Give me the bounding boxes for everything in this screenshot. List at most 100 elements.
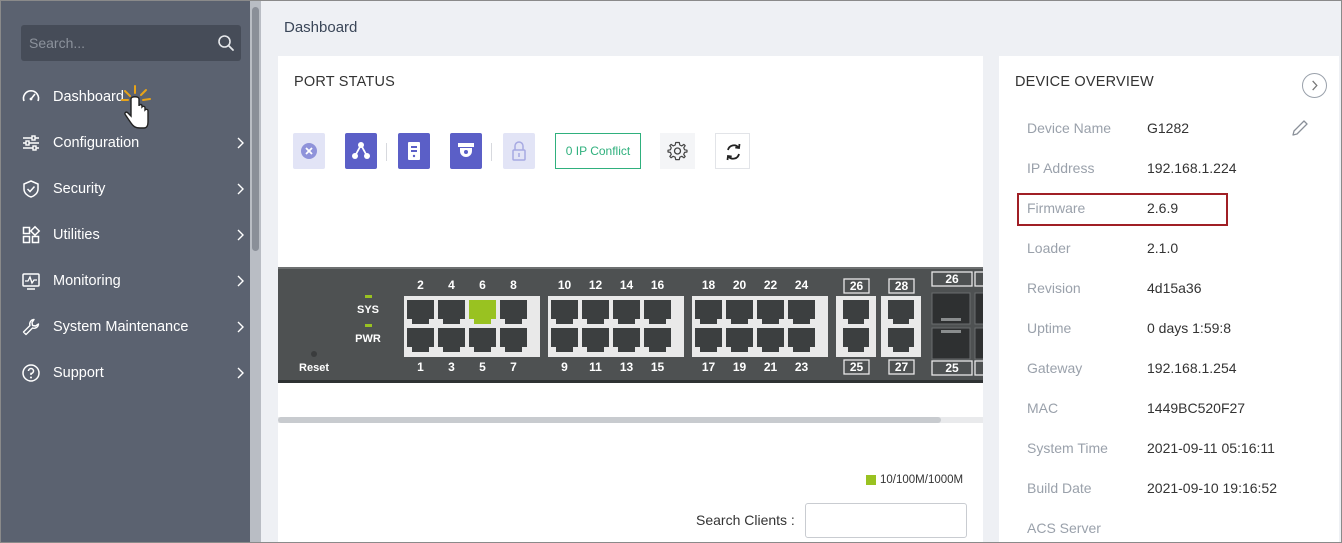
ip-conflict-button[interactable]: 0 IP Conflict <box>555 133 641 169</box>
row-label: Build Date <box>1027 480 1092 496</box>
toolbar-server-button[interactable] <box>398 133 430 169</box>
network-icon <box>352 142 370 159</box>
row-value: 0 days 1:59:8 <box>1147 320 1232 336</box>
port-number-label: 28 <box>895 279 909 293</box>
sidebar-item-label: System Maintenance <box>53 319 189 335</box>
port-number-label: 15 <box>651 360 665 374</box>
sidebar-scrollbar[interactable] <box>250 1 261 542</box>
refresh-button[interactable] <box>715 133 750 169</box>
switch-ports-diagram: SYS PWR Reset 21436587109121114131615181… <box>299 271 983 376</box>
pwr-label: PWR <box>355 333 381 345</box>
row-label: Loader <box>1027 240 1071 256</box>
row-value: 1449BC520F27 <box>1147 400 1246 416</box>
sfp-cage[interactable] <box>974 327 983 360</box>
sfp-number-label: 25 <box>945 361 959 375</box>
port-number-label: 7 <box>510 360 517 374</box>
gauge-icon <box>22 90 40 102</box>
sidebar-item-system-maintenance[interactable]: System Maintenance <box>1 304 250 350</box>
port-number-label: 24 <box>795 278 809 292</box>
chevron-right-icon <box>237 367 244 379</box>
port-number-label: 18 <box>702 278 716 292</box>
toolbar-lock-button[interactable] <box>503 133 535 169</box>
search-clients-label: Search Clients : <box>696 512 795 528</box>
sidebar-item-monitoring[interactable]: Monitoring <box>1 258 250 304</box>
hand-cursor-icon <box>121 85 151 129</box>
row-label: IP Address <box>1027 160 1095 176</box>
row-label: Revision <box>1027 280 1081 296</box>
row-value: 2.6.9 <box>1147 200 1179 216</box>
reset-pinhole[interactable] <box>311 351 317 357</box>
legend-swatch <box>866 475 876 485</box>
port-number-label: 5 <box>479 360 486 374</box>
sidebar-item-label: Utilities <box>53 227 100 243</box>
toolbar-separator <box>491 143 492 161</box>
sidebar-item-utilities[interactable]: Utilities <box>1 212 250 258</box>
port-number-label: 26 <box>850 279 864 293</box>
close-circle-icon <box>301 143 317 159</box>
search-clients-input[interactable] <box>805 503 967 538</box>
port-number-label: 1 <box>417 360 424 374</box>
horizontal-scrollbar[interactable] <box>278 417 983 423</box>
toolbar-topology-button[interactable] <box>345 133 377 169</box>
row-value: 192.168.1.224 <box>1147 160 1237 176</box>
sfp-number-label: 26 <box>945 272 959 286</box>
search-input[interactable] <box>21 25 207 61</box>
grid-icon <box>22 225 41 244</box>
row-label: Firmware <box>1027 200 1086 216</box>
row-value: 2021-09-10 19:16:52 <box>1147 480 1277 496</box>
sidebar-item-label: Support <box>53 365 104 381</box>
port-legend: 10/100M/1000M <box>866 474 963 486</box>
row-value: 192.168.1.254 <box>1147 360 1237 376</box>
port-number-label: 19 <box>733 360 747 374</box>
pencil-icon[interactable] <box>1290 118 1310 138</box>
port-number-label: 11 <box>589 360 602 374</box>
camera-icon <box>458 143 474 157</box>
port-number-label: 21 <box>764 360 778 374</box>
chevron-right-icon <box>237 321 244 333</box>
chevron-right-circle-icon[interactable] <box>1302 73 1327 98</box>
chevron-right-icon <box>237 137 244 149</box>
port-number-label: 27 <box>895 360 909 374</box>
sidebar-item-label: Monitoring <box>53 273 121 289</box>
switch-faceplate: SYS PWR Reset 2 1 4 3 6 5 8 7 10 9 12 11 14 13 16 15 18 1… <box>278 267 983 383</box>
sidebar-item-support[interactable]: Support <box>1 350 250 396</box>
chevron-right-icon <box>237 183 244 195</box>
port-number-label: 14 <box>620 278 634 292</box>
app-window: Dashboard Configuration <box>0 0 1342 543</box>
sidebar: Dashboard Configuration <box>1 1 261 542</box>
gear-icon <box>667 141 688 161</box>
port-number-label: 10 <box>558 278 572 292</box>
sys-label: SYS <box>357 304 379 316</box>
search-icon[interactable] <box>217 34 235 52</box>
sidebar-item-security[interactable]: Security <box>1 166 250 212</box>
pwr-led <box>365 324 372 327</box>
breadcrumb: Dashboard <box>284 19 358 36</box>
port-number-label: 3 <box>448 360 455 374</box>
lock-icon <box>512 141 526 161</box>
sliders-icon <box>23 135 39 151</box>
sfp-number-box <box>974 360 983 376</box>
toolbar-camera-button[interactable] <box>450 133 482 169</box>
row-label: Gateway <box>1027 360 1083 376</box>
settings-button[interactable] <box>660 133 695 169</box>
port-number-label: 17 <box>702 360 716 374</box>
row-label: Device Name <box>1027 120 1112 136</box>
shield-icon <box>23 180 39 198</box>
port-number-label: 12 <box>589 278 603 292</box>
sidebar-item-label: Security <box>53 181 106 197</box>
port-number-label: 16 <box>651 278 665 292</box>
row-value: 4d15a36 <box>1147 280 1202 296</box>
chevron-right-icon <box>237 275 244 287</box>
toolbar-filter-x-button[interactable] <box>293 133 325 169</box>
port-number-label: 4 <box>448 278 455 292</box>
server-icon <box>408 142 420 160</box>
port-status-card: PORT STATUS 0 IP Conflict SYS PWR Reset … <box>278 56 983 542</box>
port-number-label: 23 <box>795 360 809 374</box>
row-label: MAC <box>1027 400 1059 416</box>
sfp-cage[interactable] <box>974 292 983 325</box>
row-value: 2021-09-11 05:16:11 <box>1147 440 1275 456</box>
port-number-label: 13 <box>620 360 634 374</box>
row-label: Uptime <box>1027 320 1072 336</box>
port-number-label: 6 <box>479 278 486 292</box>
row-value: G1282 <box>1147 120 1190 136</box>
